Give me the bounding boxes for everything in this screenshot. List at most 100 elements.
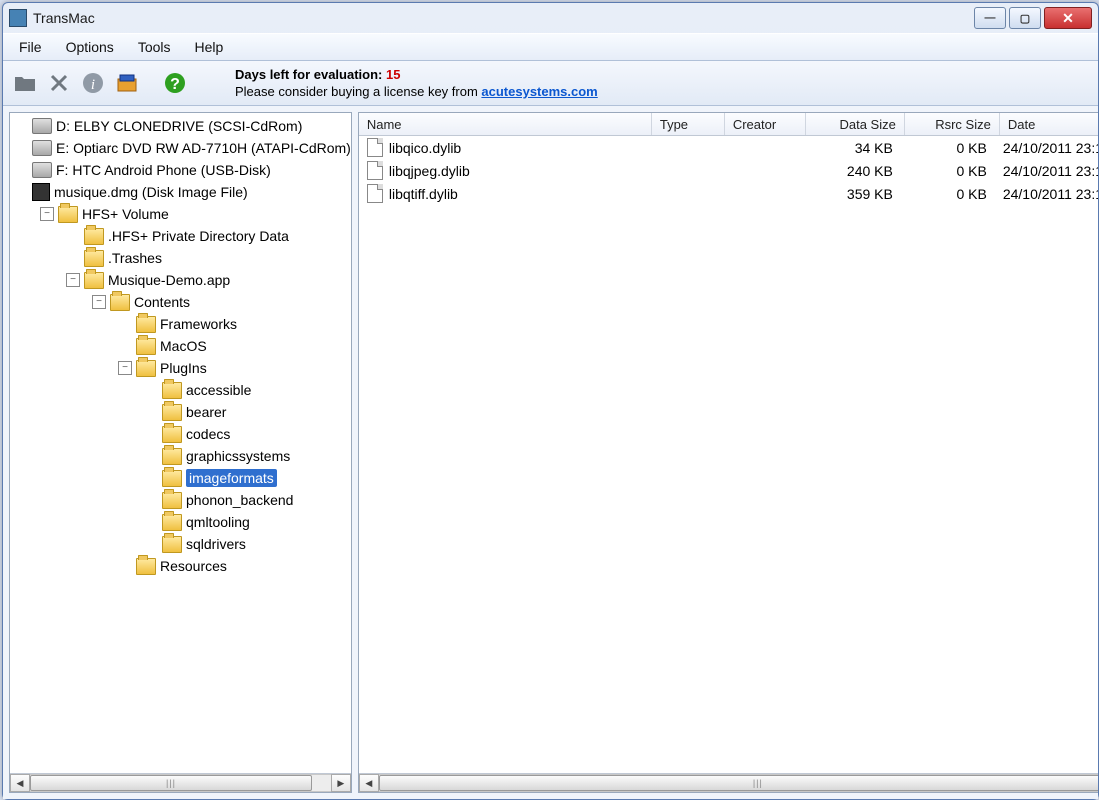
tree-item-label: graphicssystems: [186, 448, 290, 464]
info-button[interactable]: i: [79, 69, 107, 97]
column-header[interactable]: Rsrc Size: [905, 113, 1000, 135]
file-icon: [367, 138, 383, 157]
scroll-right-button[interactable]: ▶: [331, 774, 351, 792]
tree-item[interactable]: codecs: [10, 423, 351, 445]
folder-icon: [162, 448, 182, 465]
tree-item[interactable]: − Contents: [10, 291, 351, 313]
tree-item[interactable]: musique.dmg (Disk Image File): [10, 181, 351, 203]
tree-item-label: D: ELBY CLONEDRIVE (SCSI-CdRom): [56, 118, 302, 134]
tree-item[interactable]: sqldrivers: [10, 533, 351, 555]
folder-icon: [162, 514, 182, 531]
tree-view[interactable]: D: ELBY CLONEDRIVE (SCSI-CdRom) E: Optiar…: [10, 113, 351, 773]
folder-icon: [162, 404, 182, 421]
tree-item[interactable]: imageformats: [10, 467, 351, 489]
delete-button[interactable]: [45, 69, 73, 97]
column-header[interactable]: Date: [1000, 113, 1098, 135]
tree-item[interactable]: bearer: [10, 401, 351, 423]
tree-item[interactable]: − HFS+ Volume: [10, 203, 351, 225]
scroll-track[interactable]: |||: [30, 774, 331, 792]
column-header[interactable]: Creator: [725, 113, 806, 135]
tree-item-label: Contents: [134, 294, 190, 310]
column-header[interactable]: Type: [652, 113, 725, 135]
tree-item[interactable]: F: HTC Android Phone (USB-Disk): [10, 159, 351, 181]
open-folder-button[interactable]: [11, 69, 39, 97]
scroll-left-button[interactable]: ◀: [359, 774, 379, 792]
collapse-icon[interactable]: −: [40, 207, 54, 221]
toolbar: i ? Days left for evaluation: 15 Please …: [3, 61, 1098, 106]
scroll-thumb[interactable]: |||: [379, 775, 1098, 791]
tree-item-label: MacOS: [160, 338, 207, 354]
tree-item[interactable]: Frameworks: [10, 313, 351, 335]
window-title: TransMac: [33, 10, 95, 26]
tree-item-label: HFS+ Volume: [82, 206, 169, 222]
tree-item[interactable]: Resources: [10, 555, 351, 577]
folder-icon: [136, 558, 156, 575]
folder-icon: [136, 338, 156, 355]
app-window: TransMac — ▢ ✕ File Options Tools Help i…: [2, 2, 1099, 800]
file-row[interactable]: libqtiff.dylib359 KB0 KB24/10/2011 23:19: [359, 182, 1098, 205]
file-cell: 0 KB: [901, 140, 995, 156]
tree-item[interactable]: .Trashes: [10, 247, 351, 269]
app-icon: [9, 9, 27, 27]
menubar: File Options Tools Help: [3, 33, 1098, 61]
drive-icon: [32, 162, 52, 178]
tree-item-label: E: Optiarc DVD RW AD-7710H (ATAPI-CdRom): [56, 140, 351, 156]
menu-file[interactable]: File: [7, 36, 54, 58]
file-name-cell: libqjpeg.dylib: [359, 161, 651, 180]
tree-item-label: Frameworks: [160, 316, 237, 332]
file-cell: 24/10/2011 23:19: [995, 163, 1098, 179]
svg-text:?: ?: [170, 76, 180, 93]
maximize-button[interactable]: ▢: [1009, 7, 1041, 29]
tree-item[interactable]: − PlugIns: [10, 357, 351, 379]
folder-icon: [13, 71, 37, 95]
minimize-button[interactable]: —: [974, 7, 1006, 29]
tree-item-label: musique.dmg (Disk Image File): [54, 184, 248, 200]
tree-item-label: accessible: [186, 382, 251, 398]
column-header[interactable]: Name: [359, 113, 652, 135]
file-row[interactable]: libqjpeg.dylib240 KB0 KB24/10/2011 23:19: [359, 159, 1098, 182]
folder-icon: [84, 272, 104, 289]
svg-text:i: i: [91, 77, 95, 93]
menu-options[interactable]: Options: [54, 36, 126, 58]
tree-item[interactable]: D: ELBY CLONEDRIVE (SCSI-CdRom): [10, 115, 351, 137]
tree-item[interactable]: qmltooling: [10, 511, 351, 533]
eval-prefix: Days left for evaluation:: [235, 67, 386, 82]
file-cell: 24/10/2011 23:19: [995, 186, 1098, 202]
tree-item-label: PlugIns: [160, 360, 207, 376]
file-cell: 24/10/2011 23:19: [995, 140, 1098, 156]
folder-icon: [84, 250, 104, 267]
folder-icon: [162, 470, 182, 487]
column-header[interactable]: Data Size: [806, 113, 905, 135]
tree-item[interactable]: E: Optiarc DVD RW AD-7710H (ATAPI-CdRom): [10, 137, 351, 159]
tree-item-label: F: HTC Android Phone (USB-Disk): [56, 162, 271, 178]
tools-button[interactable]: [113, 69, 141, 97]
help-button[interactable]: ?: [161, 69, 189, 97]
scroll-track[interactable]: |||: [379, 774, 1098, 792]
list-hscroll[interactable]: ◀ ||| ▶: [359, 773, 1098, 792]
tree-item-label: bearer: [186, 404, 226, 420]
tree-item-label: sqldrivers: [186, 536, 246, 552]
tree-item-label: .HFS+ Private Directory Data: [108, 228, 289, 244]
folder-icon: [110, 294, 130, 311]
tree-item[interactable]: −Musique-Demo.app: [10, 269, 351, 291]
tree-hscroll[interactable]: ◀ ||| ▶: [10, 773, 351, 792]
collapse-icon[interactable]: −: [118, 361, 132, 375]
folder-icon: [162, 492, 182, 509]
collapse-icon[interactable]: −: [66, 273, 80, 287]
titlebar[interactable]: TransMac — ▢ ✕: [3, 3, 1098, 33]
collapse-icon[interactable]: −: [92, 295, 106, 309]
tree-item[interactable]: graphicssystems: [10, 445, 351, 467]
menu-tools[interactable]: Tools: [126, 36, 183, 58]
eval-link[interactable]: acutesystems.com: [481, 84, 597, 99]
menu-help[interactable]: Help: [183, 36, 236, 58]
tree-item[interactable]: MacOS: [10, 335, 351, 357]
tree-item[interactable]: .HFS+ Private Directory Data: [10, 225, 351, 247]
tree-item-label: qmltooling: [186, 514, 250, 530]
scroll-left-button[interactable]: ◀: [10, 774, 30, 792]
scroll-thumb[interactable]: |||: [30, 775, 312, 791]
tree-item[interactable]: accessible: [10, 379, 351, 401]
file-row[interactable]: libqico.dylib34 KB0 KB24/10/2011 23:19: [359, 136, 1098, 159]
tree-item[interactable]: phonon_backend: [10, 489, 351, 511]
file-list[interactable]: libqico.dylib34 KB0 KB24/10/2011 23:19li…: [359, 136, 1098, 773]
close-button[interactable]: ✕: [1044, 7, 1092, 29]
